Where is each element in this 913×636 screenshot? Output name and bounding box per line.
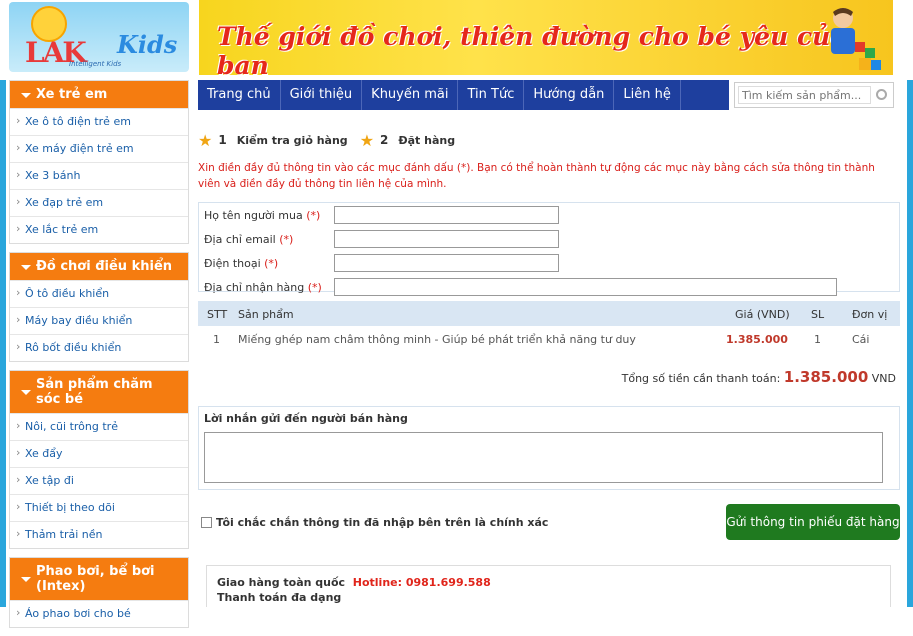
- left-rail: [0, 80, 6, 607]
- step-number: 2: [380, 133, 389, 147]
- confirm-checkbox[interactable]: [201, 517, 212, 528]
- sidebar-item[interactable]: Rô bốt điều khiển: [10, 334, 188, 361]
- total-label: Tổng số tiền cần thanh toán:: [621, 372, 781, 385]
- sidebar-item[interactable]: Nôi, cũi trông trẻ: [10, 413, 188, 440]
- category-do-choi-dieu-khien: Đồ chơi điều khiển Ô tô điều khiển Máy b…: [9, 252, 189, 362]
- delivery-line1: Giao hàng toàn quốc: [217, 576, 346, 589]
- star-icon: ★: [198, 130, 213, 150]
- category-title[interactable]: Đồ chơi điều khiển: [10, 253, 188, 280]
- total-amount: 1.385.000: [783, 368, 869, 386]
- col-unit: Đơn vị: [852, 308, 888, 321]
- col-price: Giá (VND): [735, 308, 790, 321]
- banner-slogan: Thế giới đồ chơi, thiên đường cho bé yêu…: [217, 22, 847, 75]
- checkout-steps: ★ 1 Kiểm tra giỏ hàng ★ 2 Đặt hàng: [198, 128, 900, 152]
- col-stt: STT: [207, 308, 228, 321]
- category-title[interactable]: Sản phẩm chăm sóc bé: [10, 371, 188, 413]
- child-toys-icon: [831, 8, 881, 70]
- star-icon: ★: [359, 130, 375, 150]
- confirm-row: Tôi chắc chắn thông tin đã nhập bên trên…: [201, 516, 548, 529]
- sidebar-item[interactable]: Máy bay điều khiển: [10, 307, 188, 334]
- search-icon[interactable]: [876, 89, 887, 100]
- total-currency: VND: [871, 372, 896, 385]
- buyer-form: Họ tên người mua (*) Địa chỉ email (*) Đ…: [198, 202, 900, 296]
- message-box: Lời nhắn gửi đến người bán hàng: [198, 406, 900, 490]
- nav-item-about[interactable]: Giới thiệu: [281, 80, 363, 110]
- step-cart-label[interactable]: Kiểm tra giỏ hàng: [237, 134, 348, 147]
- col-product: Sản phẩm: [238, 308, 294, 321]
- form-row-phone: Điện thoại (*): [204, 254, 559, 272]
- sidebar-item[interactable]: Xe 3 bánh: [10, 162, 188, 189]
- sidebar-item[interactable]: Xe máy điện trẻ em: [10, 135, 188, 162]
- hotline[interactable]: Hotline: 0981.699.588: [353, 576, 491, 589]
- search-box: [734, 82, 894, 108]
- category-xe-tre-em: Xe trẻ em Xe ô tô điện trẻ em Xe máy điệ…: [9, 80, 189, 244]
- form-row-address: Địa chỉ nhận hàng (*): [204, 278, 837, 296]
- row-product[interactable]: Miếng ghép nam châm thông minh - Giúp bé…: [238, 333, 636, 346]
- delivery-info: Giao hàng toàn quốc Hotline: 0981.699.58…: [206, 565, 891, 607]
- row-stt: 1: [213, 333, 220, 346]
- address-field[interactable]: [334, 278, 837, 296]
- sidebar-item[interactable]: Thiết bị theo dõi: [10, 494, 188, 521]
- sidebar-item[interactable]: Áo phao bơi cho bé: [10, 600, 188, 627]
- sidebar-item[interactable]: Xe lắc trẻ em: [10, 216, 188, 243]
- required-mark: (*): [264, 256, 279, 270]
- field-label: Địa chỉ email: [204, 232, 276, 246]
- required-note: Xin điền đầy đủ thông tin vào các mục đá…: [198, 162, 875, 190]
- message-textarea[interactable]: [204, 432, 883, 483]
- site-logo[interactable]: LAK Kids Intelligent Kids: [9, 2, 189, 72]
- message-label: Lời nhắn gửi đến người bán hàng: [204, 412, 408, 425]
- row-qty: 1: [814, 333, 821, 346]
- submit-order-button[interactable]: Gửi thông tin phiếu đặt hàng: [726, 504, 900, 540]
- sidebar-item[interactable]: Xe tập đi: [10, 467, 188, 494]
- step-number: 1: [218, 133, 227, 147]
- category-san-pham-cham-soc-be: Sản phẩm chăm sóc bé Nôi, cũi trông trẻ …: [9, 370, 189, 549]
- category-title[interactable]: Phao bơi, bể bơi (Intex): [10, 558, 188, 600]
- sidebar-item[interactable]: Xe đạp trẻ em: [10, 189, 188, 216]
- site-header: LAK Kids Intelligent Kids Thế giới đồ ch…: [0, 0, 913, 80]
- category-phao-boi: Phao bơi, bể bơi (Intex) Áo phao bơi cho…: [9, 557, 189, 628]
- order-total: Tổng số tiền cần thanh toán: 1.385.000 V…: [198, 368, 896, 386]
- sidebar: Xe trẻ em Xe ô tô điện trẻ em Xe máy điệ…: [9, 80, 189, 636]
- checkout-main: ★ 1 Kiểm tra giỏ hàng ★ 2 Đặt hàng Xin đ…: [198, 128, 900, 296]
- form-row-email: Địa chỉ email (*): [204, 230, 559, 248]
- row-price: 1.385.000: [726, 333, 788, 346]
- table-row: 1 Miếng ghép nam châm thông minh - Giúp …: [198, 326, 900, 352]
- logo-kids: Kids: [117, 30, 178, 59]
- nav-item-home[interactable]: Trang chủ: [198, 80, 281, 110]
- field-label: Điện thoại: [204, 256, 261, 270]
- form-row-name: Họ tên người mua (*): [204, 206, 559, 224]
- search-input[interactable]: [738, 86, 871, 104]
- phone-field[interactable]: [334, 254, 559, 272]
- header-banner: Thế giới đồ chơi, thiên đường cho bé yêu…: [199, 0, 893, 75]
- required-mark: (*): [279, 232, 294, 246]
- nav-item-guide[interactable]: Hướng dẫn: [524, 80, 615, 110]
- field-label: Địa chỉ nhận hàng: [204, 280, 305, 294]
- email-field[interactable]: [334, 230, 559, 248]
- nav-item-news[interactable]: Tin Tức: [458, 80, 525, 110]
- order-table-header: STT Sản phẩm Giá (VND) SL Đơn vị: [198, 301, 900, 326]
- name-field[interactable]: [334, 206, 559, 224]
- delivery-line2: Thanh toán đa dạng: [217, 591, 342, 604]
- field-label: Họ tên người mua: [204, 208, 303, 222]
- nav-item-promotions[interactable]: Khuyến mãi: [362, 80, 459, 110]
- sidebar-item[interactable]: Ô tô điều khiển: [10, 280, 188, 307]
- sidebar-item[interactable]: Xe ô tô điện trẻ em: [10, 108, 188, 135]
- confirm-label: Tôi chắc chắn thông tin đã nhập bên trên…: [216, 516, 549, 529]
- category-title[interactable]: Xe trẻ em: [10, 81, 188, 108]
- col-qty: SL: [811, 308, 825, 321]
- required-mark: (*): [306, 208, 321, 222]
- sidebar-item[interactable]: Thảm trải nền: [10, 521, 188, 548]
- logo-tagline: Intelligent Kids: [69, 60, 122, 68]
- sidebar-item[interactable]: Xe đẩy: [10, 440, 188, 467]
- required-mark: (*): [307, 280, 322, 294]
- main-nav: Trang chủ Giới thiệu Khuyến mãi Tin Tức …: [198, 80, 729, 110]
- right-rail: [907, 80, 913, 607]
- nav-item-contact[interactable]: Liên hệ: [614, 80, 681, 110]
- row-unit: Cái: [852, 333, 870, 346]
- step-order-label: Đặt hàng: [398, 133, 456, 147]
